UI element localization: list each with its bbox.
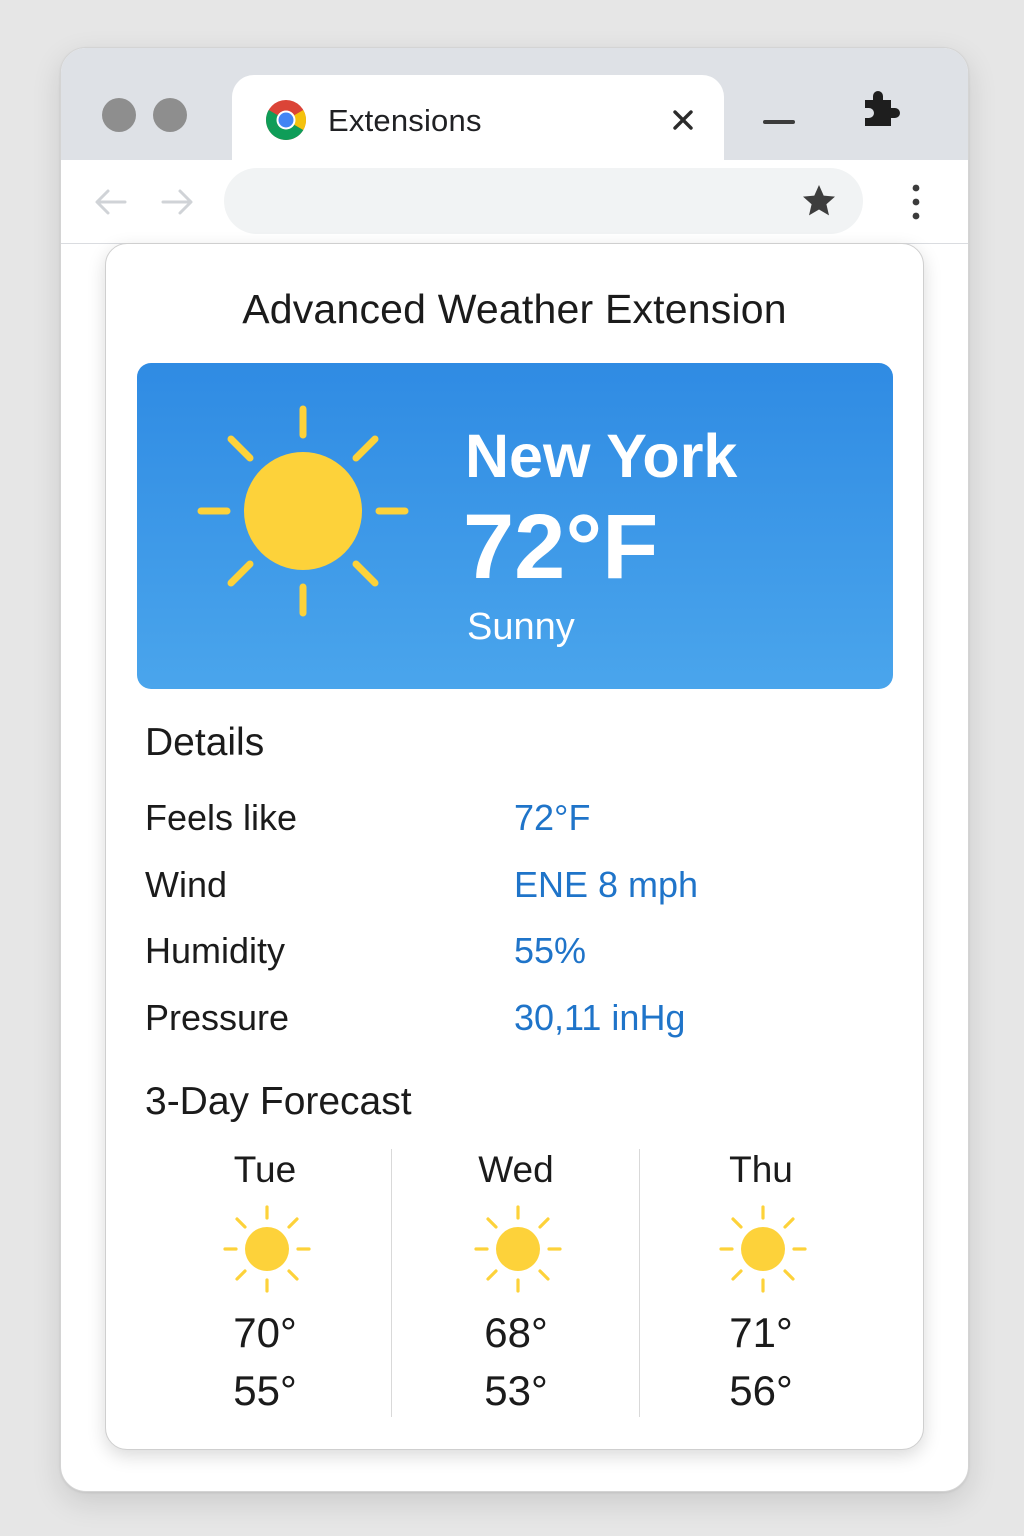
star-icon[interactable] [800, 182, 838, 220]
browser-toolbar [61, 160, 968, 244]
forecast-day: Wed 68° 53° [416, 1149, 616, 1419]
chrome-logo-icon [266, 100, 306, 140]
forecast-day: Tue 70° 55° [165, 1149, 365, 1419]
sun-icon [719, 1205, 807, 1293]
detail-row-wind: Wind ENE 8 mph [145, 864, 865, 914]
detail-value: ENE 8 mph [514, 864, 699, 905]
detail-label: Humidity [145, 930, 286, 971]
detail-label: Wind [145, 864, 228, 905]
forecast-divider [391, 1149, 392, 1417]
extension-popup: Advanced Weather Extension New York 72°F… [105, 243, 924, 1450]
forecast-divider [639, 1149, 640, 1417]
forecast-day-name: Thu [729, 1149, 793, 1190]
forecast-low: 53° [484, 1367, 548, 1414]
current-temperature: 72°F [463, 496, 659, 598]
forecast-high: 71° [729, 1309, 793, 1356]
details-heading: Details [145, 721, 265, 764]
puzzle-icon[interactable] [857, 84, 905, 132]
browser-window: Extensions Advanced Weather Extension Ne… [60, 47, 969, 1492]
city-name: New York [465, 422, 738, 490]
kebab-menu-icon[interactable] [899, 182, 933, 222]
tab-strip: Extensions [61, 48, 968, 165]
forecast-high: 70° [233, 1309, 297, 1356]
detail-label: Feels like [145, 797, 298, 838]
address-bar[interactable] [224, 168, 863, 234]
close-icon[interactable] [668, 105, 698, 135]
forecast-heading: 3-Day Forecast [145, 1080, 412, 1123]
tab-title: Extensions [328, 103, 482, 138]
sun-icon [474, 1205, 562, 1293]
forecast-high: 68° [484, 1309, 548, 1356]
detail-value: 55% [514, 930, 587, 971]
current-condition: Sunny [467, 606, 575, 648]
arrow-left-icon[interactable] [91, 182, 131, 222]
sun-icon [197, 405, 409, 617]
forecast-day: Thu 71° 56° [661, 1149, 861, 1419]
tab-extensions[interactable]: Extensions [232, 75, 724, 165]
forecast-day-name: Wed [478, 1149, 554, 1190]
detail-value: 30,11 inHg [514, 997, 686, 1038]
sun-icon [223, 1205, 311, 1293]
forecast-day-name: Tue [233, 1149, 297, 1190]
detail-row-feels-like: Feels like 72°F [145, 797, 865, 847]
detail-value: 72°F [514, 797, 591, 838]
forecast-low: 55° [233, 1367, 297, 1414]
detail-row-humidity: Humidity 55% [145, 930, 865, 980]
popup-title: Advanced Weather Extension [242, 286, 787, 332]
minimize-icon [763, 120, 795, 124]
forecast-low: 56° [729, 1367, 793, 1414]
detail-row-pressure: Pressure 30,11 inHg [145, 997, 865, 1047]
detail-label: Pressure [145, 997, 290, 1038]
window-control-icon[interactable] [153, 98, 187, 132]
arrow-right-icon[interactable] [157, 182, 197, 222]
window-control-icon[interactable] [102, 98, 136, 132]
current-weather-card: New York 72°F Sunny [137, 363, 893, 689]
